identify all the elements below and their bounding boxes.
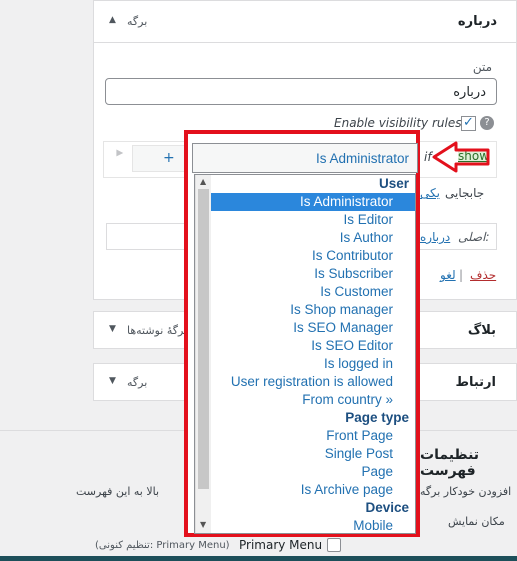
link-separator: | — [459, 268, 464, 282]
original-link[interactable]: درباره — [420, 230, 450, 244]
condition-select-value: Is Administrator — [315, 151, 409, 166]
add-rule-area: + — [132, 145, 192, 172]
primary-menu-note: (تنظیم کنونی: Primary Menu) — [95, 540, 230, 551]
widget-about-header[interactable]: درباره برگه ▲ — [94, 0, 517, 43]
widget-contact-title: ارتباط — [455, 375, 496, 390]
text-input-value: درباره — [453, 85, 486, 100]
option-item[interactable]: Is Administrator — [211, 193, 415, 211]
widget-contact-type: برگه — [127, 376, 148, 389]
location-label: مکان نمایش — [448, 515, 505, 528]
arrow-annotation-icon — [432, 141, 490, 173]
option-item[interactable]: Is Contributor — [211, 247, 415, 265]
auto-add-label: افزودن خودکار برگه — [420, 485, 512, 498]
option-item[interactable]: Mobile — [211, 517, 415, 535]
condition-select[interactable]: Is Administrator — [192, 143, 418, 173]
scroll-up-icon[interactable]: ▲ — [200, 177, 206, 186]
scroll-thumb[interactable] — [198, 189, 209, 489]
option-item[interactable]: Is Author — [211, 229, 415, 247]
condition-options-list[interactable]: ▲ ▼ User Is Administrator Is Editor Is Auth… — [194, 174, 416, 534]
option-group-label: Device — [365, 500, 409, 515]
visibility-checkbox[interactable]: ✓ — [461, 115, 476, 131]
widget-blog-type: بُرگهٔ نوشته‌ها — [127, 324, 188, 337]
auto-add-tail: بالا به این فهرست — [76, 485, 160, 498]
option-item[interactable]: Is logged in — [211, 355, 415, 373]
option-item[interactable]: Single Post — [211, 445, 415, 463]
scroll-down-icon[interactable]: ▼ — [200, 520, 206, 529]
option-item[interactable]: User registration is allowed — [211, 373, 415, 391]
option-item[interactable]: Is Archive page — [211, 481, 415, 499]
collapse-caret-icon[interactable]: ▲ — [109, 15, 116, 25]
option-item[interactable]: Front Page — [211, 427, 415, 445]
move-link[interactable]: یکی — [420, 186, 440, 200]
delete-link[interactable]: حذف — [470, 268, 496, 282]
expand-caret-icon[interactable]: ▼ — [109, 324, 116, 334]
bottom-bar — [0, 556, 517, 561]
option-item[interactable]: Is SEO Editor — [211, 337, 415, 355]
option-group-label: User — [378, 176, 409, 191]
option-group-label: Page type — [345, 410, 409, 425]
expand-caret-icon[interactable]: ▼ — [109, 376, 116, 386]
move-label: جابجایی — [445, 186, 485, 200]
help-icon[interactable]: ? — [480, 116, 494, 130]
widget-blog-title: بلاگ — [467, 323, 496, 338]
option-item[interactable]: Is Editor — [211, 211, 415, 229]
option-item[interactable]: Is SEO Manager — [211, 319, 415, 337]
option-item[interactable]: Is Subscriber — [211, 265, 415, 283]
text-field-label: متن — [472, 60, 492, 74]
widget-about-type: برگه — [127, 15, 148, 28]
option-item[interactable]: From country » — [211, 391, 415, 409]
text-input[interactable]: درباره — [105, 78, 497, 105]
option-item[interactable]: Is Shop manager — [211, 301, 415, 319]
widget-about-title: درباره — [457, 14, 497, 29]
original-label: اصلی: — [458, 230, 490, 244]
option-item[interactable]: Page — [211, 463, 415, 481]
menu-settings-title: تنظیمات فهرست — [420, 447, 480, 479]
options-scrollbar[interactable]: ▲ ▼ — [195, 175, 211, 533]
options: User Is Administrator Is Editor Is Author Is… — [211, 175, 415, 535]
cancel-link[interactable]: لغو — [440, 268, 456, 282]
option-item[interactable]: Is Customer — [211, 283, 415, 301]
if-label: if — [424, 150, 432, 164]
primary-menu-label: Primary Menu — [239, 538, 323, 552]
primary-menu-checkbox[interactable] — [327, 538, 341, 552]
add-rule-button[interactable]: + — [163, 150, 175, 166]
rule-caret-icon[interactable]: ▲ — [114, 150, 124, 157]
visibility-label: Enable visibility rules — [334, 116, 462, 130]
check-icon: ✓ — [463, 115, 474, 130]
